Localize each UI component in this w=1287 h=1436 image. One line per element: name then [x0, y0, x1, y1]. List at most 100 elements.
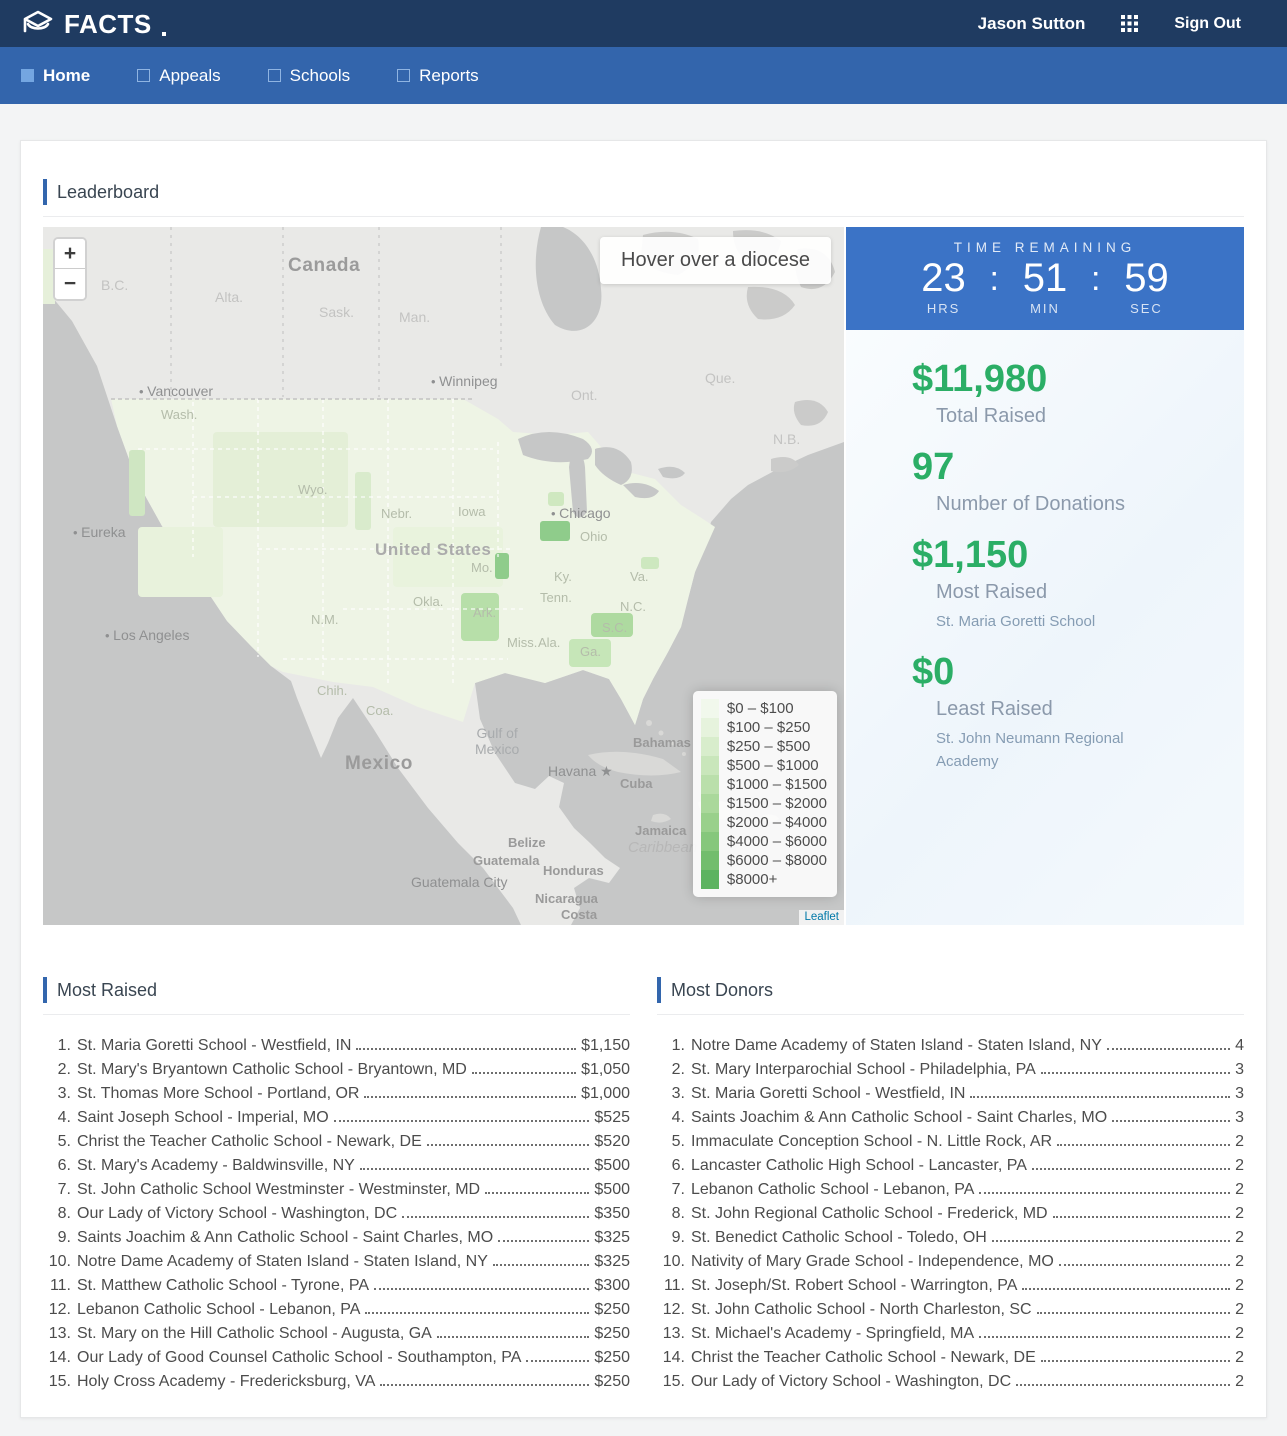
- item-name: St. John Catholic School Westminster - W…: [77, 1181, 480, 1199]
- leader-dots: [1037, 1312, 1230, 1314]
- leader-dots: [979, 1192, 1230, 1194]
- item-value: 2: [1235, 1181, 1244, 1199]
- nav-item-label: Schools: [290, 66, 350, 86]
- appeals-tab-icon: [137, 69, 150, 82]
- item-rank: 12.: [657, 1301, 685, 1319]
- leader-dots: [1016, 1384, 1230, 1386]
- list-item: 10. Notre Dame Academy of Staten Island -…: [43, 1247, 630, 1271]
- schools-tab-icon: [268, 69, 281, 82]
- item-rank: 4.: [43, 1109, 71, 1127]
- nav-item-home[interactable]: Home: [21, 66, 90, 86]
- timer-seconds-label: SEC: [1114, 301, 1178, 316]
- leader-dots: [374, 1288, 589, 1290]
- item-value: $325: [594, 1253, 630, 1271]
- legend-row: $1500 – $2000: [701, 794, 827, 813]
- item-name: St. Matthew Catholic School - Tyrone, PA: [77, 1277, 369, 1295]
- zoom-out-button[interactable]: −: [55, 269, 85, 299]
- item-rank: 2.: [657, 1061, 685, 1079]
- list-item: 6.St. Mary's Academy - Baldwinsville, NY…: [43, 1151, 630, 1175]
- leader-dots: [360, 1168, 590, 1170]
- diocese-map[interactable]: Canada B.C. Alta. Sask. Man. Ont. Que. N…: [43, 227, 844, 925]
- stat-value: 97: [912, 444, 1224, 490]
- legend-label: $1500 – $2000: [727, 795, 827, 812]
- zoom-in-button[interactable]: +: [55, 239, 85, 269]
- item-rank: 7.: [43, 1181, 71, 1199]
- list-item: 14.Our Lady of Good Counsel Catholic Sch…: [43, 1343, 630, 1367]
- item-rank: 8.: [657, 1205, 685, 1223]
- leader-dots: [1032, 1168, 1230, 1170]
- item-value: $1,000: [581, 1085, 630, 1103]
- item-rank: 1.: [657, 1037, 685, 1055]
- item-value: 3: [1235, 1109, 1244, 1127]
- leaflet-link[interactable]: Leaflet: [804, 911, 839, 923]
- stat-label: Number of Donations: [936, 493, 1224, 516]
- legend-row: $4000 – $6000: [701, 832, 827, 851]
- legend-row: $1000 – $1500: [701, 775, 827, 794]
- item-name: Saints Joachim & Ann Catholic School - S…: [77, 1229, 493, 1247]
- stat-label: Most Raised: [936, 581, 1224, 604]
- most-raised-list: 1.St. Maria Goretti School - Westfield, …: [43, 1031, 630, 1391]
- item-rank: 9.: [657, 1229, 685, 1247]
- timer-minutes-label: MIN: [1013, 301, 1077, 316]
- item-name: St. Michael's Academy - Springfield, MA: [691, 1325, 974, 1343]
- legend-swatch: [701, 737, 719, 756]
- header-right: Jason Sutton Sign Out: [978, 14, 1241, 34]
- item-rank: 4.: [657, 1109, 685, 1127]
- list-item: 14.Christ the Teacher Catholic School - …: [657, 1343, 1244, 1367]
- list-item: 13.St. Mary on the Hill Catholic School …: [43, 1319, 630, 1343]
- item-name: St. Mary Interparochial School - Philade…: [691, 1061, 1036, 1079]
- leader-dots: [365, 1312, 589, 1314]
- list-item: 1.St. Maria Goretti School - Westfield, …: [43, 1031, 630, 1055]
- most-donors-list: 1.Notre Dame Academy of Staten Island - …: [657, 1031, 1244, 1391]
- item-value: 2: [1235, 1349, 1244, 1367]
- apps-grid-icon[interactable]: [1121, 15, 1138, 32]
- sign-out-button[interactable]: Sign Out: [1174, 15, 1241, 33]
- legend-swatch: [701, 813, 719, 832]
- legend-label: $8000+: [727, 871, 777, 888]
- item-rank: 10.: [43, 1253, 71, 1271]
- item-value: $250: [594, 1349, 630, 1367]
- item-rank: 3.: [43, 1085, 71, 1103]
- item-rank: 9.: [43, 1229, 71, 1247]
- item-value: $300: [594, 1277, 630, 1295]
- item-name: Immaculate Conception School - N. Little…: [691, 1133, 1052, 1151]
- item-value: 4: [1235, 1037, 1244, 1055]
- item-rank: 14.: [43, 1349, 71, 1367]
- item-rank: 15.: [657, 1373, 685, 1391]
- item-name: Lebanon Catholic School - Lebanon, PA: [691, 1181, 974, 1199]
- item-name: Notre Dame Academy of Staten Island - St…: [77, 1253, 488, 1271]
- section-divider: [43, 1014, 630, 1015]
- legend-swatch: [701, 718, 719, 737]
- legend-label: $500 – $1000: [727, 757, 819, 774]
- item-rank: 12.: [43, 1301, 71, 1319]
- leaflet-attribution: Leaflet: [799, 910, 844, 925]
- legend-row: $500 – $1000: [701, 756, 827, 775]
- item-rank: 3.: [657, 1085, 685, 1103]
- item-rank: 10.: [657, 1253, 685, 1271]
- item-value: 2: [1235, 1277, 1244, 1295]
- timer-minutes: 51: [1013, 256, 1077, 300]
- legend-swatch: [701, 699, 719, 718]
- list-item: 8.St. John Regional Catholic School - Fr…: [657, 1199, 1244, 1223]
- brand-logo[interactable]: FACTS: [20, 9, 166, 39]
- nav-item-reports[interactable]: Reports: [397, 66, 479, 86]
- title-divider: [43, 216, 1244, 217]
- item-value: $350: [594, 1205, 630, 1223]
- nav-item-appeals[interactable]: Appeals: [137, 66, 220, 86]
- user-name[interactable]: Jason Sutton: [978, 14, 1086, 34]
- nav-item-schools[interactable]: Schools: [268, 66, 350, 86]
- stat-total-raised: $11,980 Total Raised: [912, 356, 1224, 428]
- title-accent-bar: [43, 179, 47, 205]
- leader-dots: [380, 1384, 589, 1386]
- list-item: 5.Immaculate Conception School - N. Litt…: [657, 1127, 1244, 1151]
- list-item: 7. St. John Catholic School Westminster -…: [43, 1175, 630, 1199]
- lists-row: Most Raised 1.St. Maria Goretti School -…: [43, 977, 1244, 1391]
- leader-dots: [402, 1216, 589, 1218]
- item-value: 3: [1235, 1085, 1244, 1103]
- timer-title: TIME REMAINING: [846, 240, 1244, 255]
- most-raised-title: Most Raised: [57, 980, 157, 1001]
- trademark-dot: [162, 32, 166, 36]
- item-rank: 13.: [43, 1325, 71, 1343]
- leader-dots: [1107, 1048, 1230, 1050]
- main-nav: Home Appeals Schools Reports: [0, 47, 1287, 104]
